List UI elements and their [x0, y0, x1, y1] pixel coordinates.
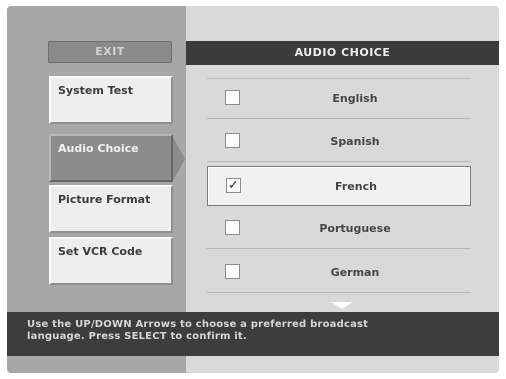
checkbox[interactable]	[225, 133, 240, 148]
panel-title: AUDIO CHOICE	[186, 41, 499, 65]
tv-menu-screen: EXIT System Test Audio Choice Picture Fo…	[7, 6, 499, 373]
option-portuguese[interactable]: Portuguese	[207, 209, 471, 249]
scroll-down-icon[interactable]	[331, 302, 353, 309]
checkbox[interactable]	[225, 220, 240, 235]
menu-item-system-test[interactable]: System Test	[49, 76, 173, 124]
option-label: English	[332, 92, 378, 105]
menu-item-set-vcr-code[interactable]: Set VCR Code	[49, 237, 173, 285]
checkbox-checked[interactable]: ✓	[226, 178, 241, 193]
menu-item-label: Picture Format	[58, 193, 151, 206]
menu-item-label: Set VCR Code	[58, 245, 143, 258]
option-label: Portuguese	[319, 222, 391, 235]
option-english[interactable]: English	[207, 79, 471, 119]
menu-item-audio-choice[interactable]: Audio Choice	[49, 134, 173, 182]
option-label: German	[330, 266, 380, 279]
option-label: French	[335, 180, 377, 193]
option-french[interactable]: ✓ French	[207, 166, 471, 206]
selection-pointer-icon	[173, 137, 185, 181]
help-text-line-2: language. Press SELECT to confirm it.	[27, 331, 247, 342]
menu-item-label: Audio Choice	[58, 142, 139, 155]
help-text-line-1: Use the UP/DOWN Arrows to choose a prefe…	[27, 319, 369, 330]
checkbox[interactable]	[225, 264, 240, 279]
exit-button[interactable]: EXIT	[48, 41, 172, 63]
help-bar: Use the UP/DOWN Arrows to choose a prefe…	[7, 312, 499, 356]
option-spanish[interactable]: Spanish	[207, 122, 471, 162]
option-german[interactable]: German	[207, 253, 471, 293]
checkbox[interactable]	[225, 90, 240, 105]
option-label: Spanish	[330, 135, 380, 148]
menu-item-label: System Test	[58, 84, 133, 97]
menu-item-picture-format[interactable]: Picture Format	[49, 185, 173, 233]
